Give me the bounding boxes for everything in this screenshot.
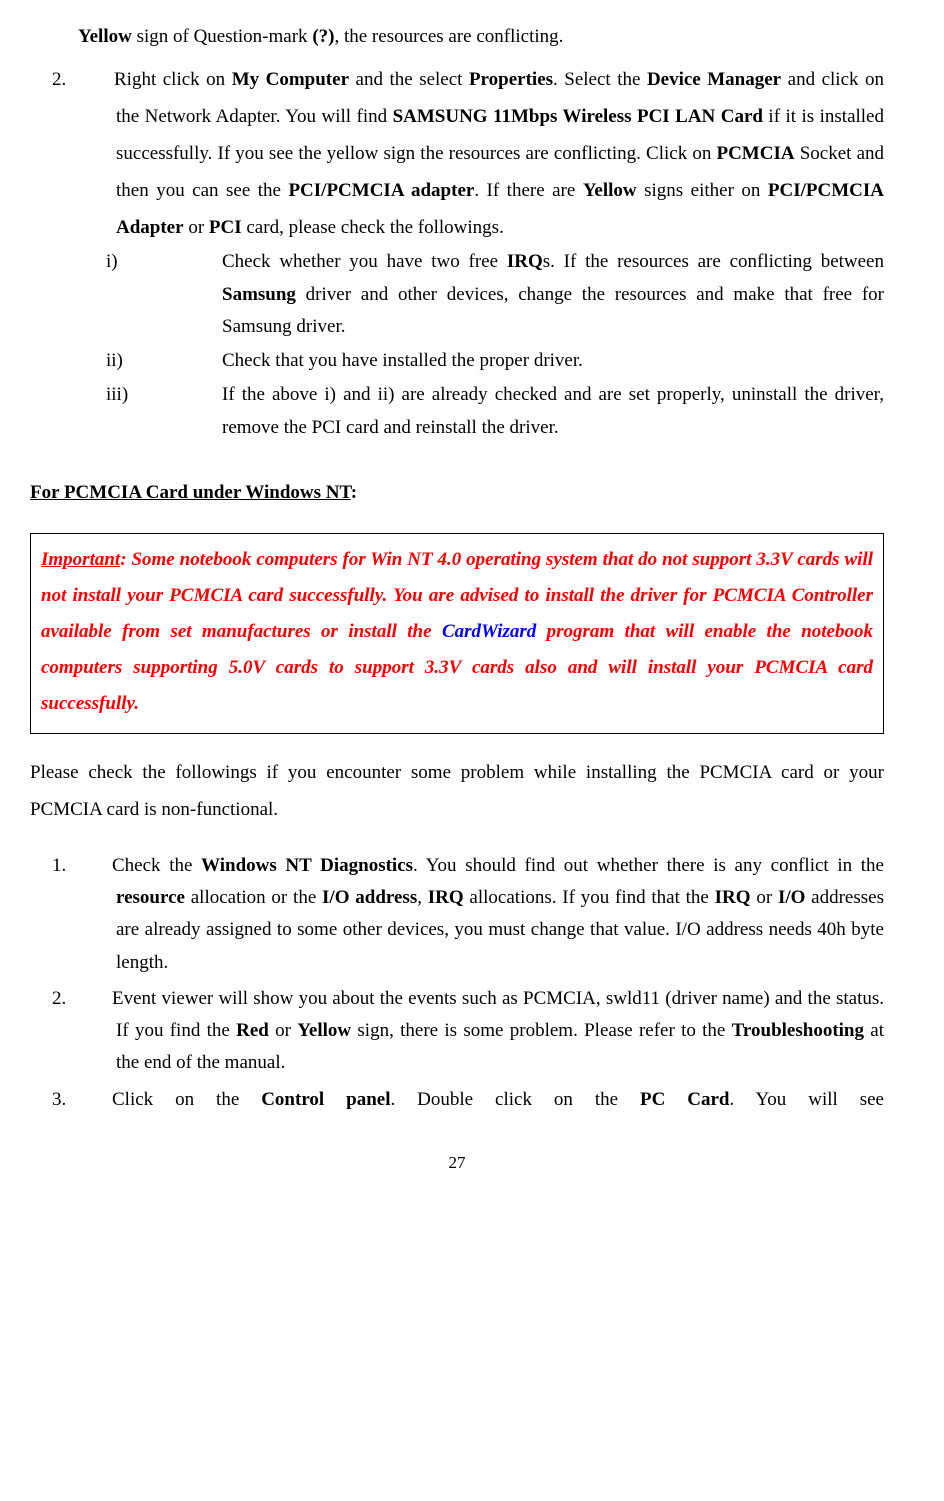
body-text: allocations. If you find that the: [464, 887, 715, 908]
body-paragraph: Please check the followings if you encou…: [30, 754, 884, 828]
ordered-list: 1.Check the Windows NT Diagnostics. You …: [30, 850, 884, 1116]
page-number: 27: [30, 1146, 884, 1179]
sub-list-item: ii)Check that you have installed the pro…: [164, 345, 884, 377]
body-text: Click on the: [112, 1089, 261, 1110]
sub-list-item: i)Check whether you have two free IRQs. …: [164, 246, 884, 343]
body-text: Check that you have installed the proper…: [222, 350, 583, 371]
list-item: 1.Check the Windows NT Diagnostics. You …: [116, 850, 884, 979]
bold-text: Properties: [469, 69, 553, 90]
bold-text: PCI/PCMCIA adapter: [288, 180, 474, 201]
important-label: Important: [41, 549, 120, 570]
list-item: 3.Click on the Control panel. Double cli…: [116, 1084, 884, 1116]
body-text: , the resources are conflicting.: [334, 26, 563, 47]
body-text: Check the: [112, 855, 201, 876]
bold-text: IRQ: [715, 887, 751, 908]
bold-text: Control panel: [261, 1089, 390, 1110]
bold-text: Troubleshooting: [732, 1020, 864, 1041]
body-text: or: [184, 217, 209, 238]
bold-text: (?): [312, 26, 334, 47]
list-item: 2.Right click on My Computer and the sel…: [30, 61, 884, 444]
bold-text: Red: [236, 1020, 269, 1041]
body-text: If the above i) and ii) are already chec…: [222, 384, 884, 437]
list-marker: i): [164, 246, 222, 278]
bold-text: Yellow: [583, 180, 637, 201]
bold-text: Yellow: [78, 26, 132, 47]
bold-text: resource: [116, 887, 185, 908]
section-heading: For PCMCIA Card under Windows NT:: [30, 474, 884, 511]
body-text: or: [269, 1020, 297, 1041]
heading-text: For PCMCIA Card under Windows NT: [30, 482, 351, 503]
bold-text: PCMCIA: [716, 143, 794, 164]
list-marker: 3.: [84, 1084, 112, 1116]
body-text: . Select the: [553, 69, 647, 90]
body-text: allocation or the: [185, 887, 322, 908]
body-text: signs either on: [637, 180, 768, 201]
bold-text: PCI: [209, 217, 242, 238]
body-text: . You will see: [730, 1089, 885, 1110]
bold-text: Windows NT Diagnostics: [201, 855, 413, 876]
bold-text: PC Card: [640, 1089, 730, 1110]
bold-text: IRQ: [428, 887, 464, 908]
bold-text: I/O: [778, 887, 805, 908]
bold-text: Device Manager: [647, 69, 781, 90]
bold-text: Yellow: [297, 1020, 351, 1041]
body-text: Right click on: [114, 69, 232, 90]
heading-colon: :: [351, 482, 357, 503]
body-text: . If there are: [474, 180, 583, 201]
sub-list-item: iii)If the above i) and ii) are already …: [164, 379, 884, 444]
body-text: and the select: [349, 69, 469, 90]
body-text: card, please check the followings.: [242, 217, 504, 238]
bold-text: IRQ: [507, 251, 543, 272]
list-marker: 2.: [84, 61, 114, 98]
list-item: 2.Event viewer will show you about the e…: [116, 983, 884, 1080]
bold-text: SAMSUNG 11Mbps Wireless PCI LAN Card: [393, 106, 763, 127]
body-text: s. If the resources are conflicting betw…: [543, 251, 884, 272]
list-marker: 1.: [84, 850, 112, 882]
body-text: . Double click on the: [390, 1089, 640, 1110]
bold-text: Samsung: [222, 284, 296, 305]
important-notice-box: Important: Some notebook computers for W…: [30, 533, 884, 733]
body-text: or: [751, 887, 778, 908]
body-text: . You should find out whether there is a…: [413, 855, 884, 876]
list-marker: ii): [164, 345, 222, 377]
program-name: CardWizard: [442, 621, 536, 642]
bold-text: I/O address: [322, 887, 417, 908]
body-text-fragment: Yellow sign of Question-mark (?), the re…: [30, 18, 884, 55]
body-text: Check whether you have two free: [222, 251, 507, 272]
list-marker: iii): [164, 379, 222, 411]
body-text: ,: [417, 887, 428, 908]
body-text: driver and other devices, change the res…: [222, 284, 884, 337]
body-text: sign, there is some problem. Please refe…: [351, 1020, 732, 1041]
body-text: sign of Question-mark: [132, 26, 312, 47]
list-marker: 2.: [84, 983, 112, 1015]
bold-text: My Computer: [232, 69, 349, 90]
